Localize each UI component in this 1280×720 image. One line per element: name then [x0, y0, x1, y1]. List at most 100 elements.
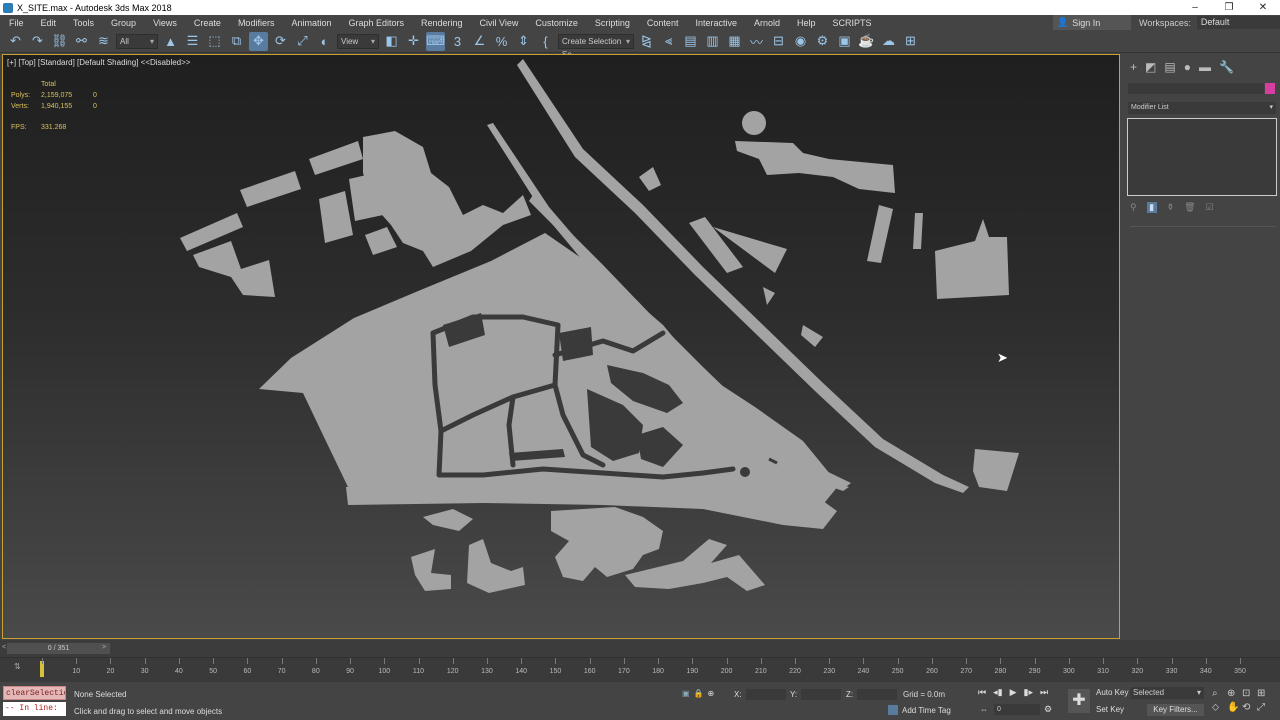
move-icon[interactable]: ✥	[249, 31, 268, 51]
previous-frame-icon[interactable]: ◂▮	[993, 687, 1002, 698]
schematic-view-icon[interactable]: ⊟	[769, 32, 788, 51]
utilities-tab-icon[interactable]: 🔧	[1219, 60, 1234, 74]
unlink-icon[interactable]: ⚯	[72, 32, 91, 51]
menu-scripts[interactable]: SCRIPTS	[824, 18, 880, 28]
go-to-start-icon[interactable]: ⏮	[978, 687, 986, 698]
field-of-view-icon[interactable]: ⬦	[1212, 702, 1227, 713]
rendered-frame-icon[interactable]: ▣	[835, 32, 854, 51]
display-tab-icon[interactable]: ▬	[1199, 60, 1211, 74]
close-button[interactable]: ✕	[1246, 0, 1280, 15]
selection-filter-dropdown[interactable]: All	[116, 33, 158, 49]
menu-group[interactable]: Group	[102, 18, 144, 28]
time-prev-button[interactable]: <	[2, 644, 6, 651]
lock-selection-icon[interactable]: 🔒	[694, 689, 704, 698]
percent-snap-icon[interactable]: %	[492, 32, 511, 51]
menu-arnold[interactable]: Arnold	[745, 18, 788, 28]
menu-views[interactable]: Views	[144, 18, 185, 28]
menu-help[interactable]: Help	[788, 18, 824, 28]
edit-named-sel-icon[interactable]: {	[536, 32, 555, 51]
snap-toggle-icon[interactable]: 3	[448, 32, 467, 51]
menu-modifiers[interactable]: Modifiers	[229, 18, 283, 28]
spinner-snap-icon[interactable]: ⇕	[514, 32, 533, 51]
object-name-field[interactable]	[1128, 83, 1264, 94]
orbit-icon[interactable]: ⟲	[1242, 702, 1257, 713]
add-time-tag[interactable]: Add Time Tag	[888, 705, 951, 715]
layer-explorer-icon[interactable]: ▥	[703, 32, 722, 51]
zoom-all-icon[interactable]: ⊕	[1227, 688, 1242, 699]
key-selection-dropdown[interactable]: Selected	[1130, 687, 1204, 699]
time-config-icon[interactable]: ⇔	[980, 705, 988, 714]
scene-explorer-icon[interactable]: ▤	[681, 32, 700, 51]
create-tab-icon[interactable]: +	[1130, 60, 1137, 74]
menu-customize[interactable]: Customize	[526, 18, 586, 28]
menu-graph-editors[interactable]: Graph Editors	[339, 18, 412, 28]
reference-coord-dropdown[interactable]: View	[337, 33, 379, 49]
play-icon[interactable]: ▶	[1010, 687, 1017, 698]
manipulate-icon[interactable]: ✛	[404, 32, 423, 51]
rotate-icon[interactable]: ⟳	[271, 32, 290, 51]
zoom-icon[interactable]: ⌕	[1212, 688, 1227, 699]
time-configuration-icon[interactable]: ⚙	[1044, 704, 1052, 715]
placement-icon[interactable]: ◐	[315, 32, 334, 51]
menu-edit[interactable]: Edit	[32, 18, 65, 28]
scale-icon[interactable]: ⤢	[293, 32, 312, 51]
x-field[interactable]	[745, 689, 786, 700]
render-setup-icon[interactable]: ⚙	[813, 32, 832, 51]
maxscript-line[interactable]: -- In line:	[3, 702, 66, 716]
menu-rendering[interactable]: Rendering	[412, 18, 471, 28]
configure-sets-icon[interactable]: ☑	[1206, 202, 1214, 213]
menu-animation[interactable]: Animation	[282, 18, 339, 28]
remove-modifier-icon[interactable]: 🗑	[1184, 202, 1195, 213]
time-slider-thumb[interactable]: 0 / 351	[7, 643, 110, 654]
menu-civil-view[interactable]: Civil View	[471, 18, 527, 28]
link-icon[interactable]: ⛓	[50, 32, 69, 51]
modifier-stack[interactable]	[1127, 118, 1277, 196]
modify-tab-icon[interactable]: ◩	[1145, 60, 1156, 74]
maxscript-command[interactable]: clearSelectio	[3, 686, 66, 700]
align-icon[interactable]: ⫷	[659, 32, 678, 51]
hierarchy-tab-icon[interactable]: ▤	[1164, 60, 1175, 74]
bind-spacewarp-icon[interactable]: ≋	[94, 32, 113, 51]
viewport-label[interactable]: [+] [Top] [Standard] [Default Shading] <…	[7, 58, 190, 67]
time-next-button[interactable]: >	[102, 644, 106, 651]
motion-tab-icon[interactable]: ●	[1184, 60, 1191, 74]
angle-snap-icon[interactable]: ∠	[470, 32, 489, 51]
select-object-icon[interactable]: ▲	[161, 32, 180, 51]
maximize-viewport-icon[interactable]: ⤢	[1257, 702, 1272, 713]
z-field[interactable]	[857, 689, 898, 700]
workspaces-dropdown[interactable]: Default	[1196, 16, 1280, 29]
redo-icon[interactable]: ↷	[28, 32, 47, 51]
next-frame-icon[interactable]: ▮▸	[1024, 687, 1033, 698]
keyboard-shortcut-icon[interactable]: ⌨	[426, 31, 445, 51]
render-iterative-icon[interactable]: ⊞	[901, 32, 920, 51]
menu-scripting[interactable]: Scripting	[586, 18, 638, 28]
render-cloud-icon[interactable]: ☁	[879, 32, 898, 51]
set-key-button[interactable]: Set Key	[1096, 705, 1124, 714]
timeline-ruler[interactable]: ⇅ 10 20 30 40 50 60 70 80 90 100 110 120 130 140 150 16…	[0, 657, 1280, 682]
menu-create[interactable]: Create	[185, 18, 229, 28]
select-by-name-icon[interactable]: ☰	[183, 32, 202, 51]
curve-editor-icon[interactable]: 〰	[747, 32, 766, 51]
sign-in-button[interactable]: 👤 Sign In	[1053, 15, 1131, 30]
ribbon-icon[interactable]: ▦	[725, 32, 744, 51]
y-field[interactable]	[801, 689, 842, 700]
material-editor-icon[interactable]: ◉	[791, 32, 810, 51]
menu-content[interactable]: Content	[638, 18, 687, 28]
zoom-extents-all-icon[interactable]: ⊞	[1257, 688, 1272, 699]
modifier-list-dropdown[interactable]: Modifier List	[1128, 102, 1276, 114]
show-end-result-icon[interactable]: ▮	[1146, 202, 1157, 213]
mirror-icon[interactable]: ⧎	[637, 32, 656, 51]
object-color-swatch[interactable]	[1265, 83, 1275, 94]
selection-set-dropdown[interactable]: Create Selection Se	[558, 33, 634, 59]
auto-key-button[interactable]: Auto Key	[1096, 688, 1128, 697]
current-frame-field[interactable]: 0	[994, 704, 1040, 715]
zoom-extents-icon[interactable]: ⊡	[1242, 688, 1257, 699]
go-to-end-icon[interactable]: ⏭	[1040, 687, 1048, 698]
undo-icon[interactable]: ↶	[6, 32, 25, 51]
top-viewport[interactable]: [+] [Top] [Standard] [Default Shading] <…	[2, 54, 1120, 639]
maximize-button[interactable]: ❐	[1212, 0, 1246, 15]
maxscript-listener[interactable]: clearSelectio -- In line:	[3, 686, 66, 717]
rect-selection-icon[interactable]: ⬚	[205, 32, 224, 51]
menu-file[interactable]: File	[0, 18, 32, 28]
timeline-config-icon[interactable]: ⇅	[14, 662, 21, 671]
